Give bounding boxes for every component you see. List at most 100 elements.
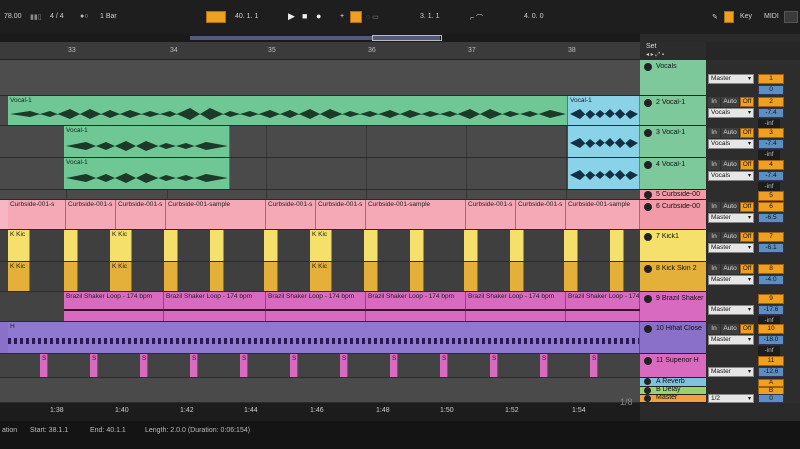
output-select[interactable]: Master <box>708 243 754 253</box>
midi-map-button[interactable] <box>784 11 798 23</box>
clip-kick[interactable] <box>210 230 224 261</box>
clip-kick[interactable] <box>510 230 524 261</box>
clip-sup[interactable]: S <box>440 354 448 377</box>
fold-icon[interactable] <box>644 99 652 107</box>
clip-kick[interactable] <box>210 262 224 291</box>
clip-kick[interactable] <box>610 262 624 291</box>
fold-icon[interactable] <box>644 387 651 394</box>
lane-vocal-4[interactable]: Vocal-1 <box>0 158 640 190</box>
in-button[interactable]: In <box>708 128 720 138</box>
output-select[interactable]: Master <box>708 367 754 377</box>
output-select[interactable]: Master <box>708 305 754 315</box>
clip-kick[interactable] <box>164 262 178 291</box>
output-select[interactable]: Vocals <box>708 139 754 149</box>
clip-kick[interactable] <box>164 230 178 261</box>
clip-sup[interactable]: S <box>590 354 598 377</box>
fold-icon[interactable] <box>644 357 652 365</box>
nav-arrows-icon[interactable]: ◂ ▸ ⤢ ▪ <box>646 51 664 59</box>
track-header[interactable]: 10 Hihat Close <box>640 322 706 354</box>
clip-vocal[interactable]: Vocal-1 <box>8 96 568 125</box>
volume-display[interactable]: -4.0 <box>758 275 784 285</box>
lane-returns[interactable] <box>0 378 640 403</box>
clip-kick[interactable] <box>64 230 78 261</box>
key-map-button[interactable] <box>724 11 734 23</box>
in-button[interactable]: In <box>708 202 720 212</box>
overview-viewport[interactable] <box>372 35 442 41</box>
track-number[interactable]: 10 <box>758 324 784 334</box>
volume-display[interactable]: -7.4 <box>758 139 784 149</box>
clip-curbside[interactable]: Curbside-001-s <box>8 200 66 229</box>
auto-button[interactable]: Auto <box>721 264 739 274</box>
lane-vocals[interactable] <box>0 60 640 96</box>
clip-curbside[interactable]: Curbside-001-sample <box>366 200 466 229</box>
off-button[interactable]: Off <box>740 202 754 212</box>
lane-superior[interactable]: S S S S S S S S S S S S <box>0 354 640 378</box>
track-number[interactable]: 9 <box>758 294 784 304</box>
output-select[interactable]: Master <box>708 275 754 285</box>
clip-curbside[interactable]: Curbside-001-sample <box>566 200 640 229</box>
clip-hihat[interactable]: H <box>8 322 640 353</box>
add-icon[interactable]: + <box>340 13 344 20</box>
tempo-display[interactable]: 78.00 <box>4 13 22 20</box>
track-header[interactable]: 4 Vocal-1 <box>640 158 706 190</box>
clip-kick[interactable]: K Kic <box>8 230 30 261</box>
clip-kick[interactable] <box>510 262 524 291</box>
bar-ruler[interactable]: 33 34 35 36 37 38 <box>0 42 640 60</box>
stop-icon[interactable]: ■ <box>302 11 307 21</box>
clip-kick[interactable]: K Kic <box>110 230 132 261</box>
auto-button[interactable]: Auto <box>721 202 739 212</box>
metronome-icon[interactable]: ●○ <box>80 13 88 20</box>
auto-button[interactable]: Auto <box>721 324 739 334</box>
clip-sup[interactable]: S <box>40 354 48 377</box>
midi-button[interactable]: MIDI <box>764 13 779 20</box>
clip-curbside[interactable]: Curbside-001-s <box>466 200 516 229</box>
clip-kick[interactable]: K Kic <box>110 262 132 291</box>
clip-vocal[interactable]: Vocal-1 <box>64 126 230 157</box>
clip-sup[interactable]: S <box>540 354 548 377</box>
overview-strip[interactable] <box>0 34 640 42</box>
key-button[interactable]: Key <box>740 13 752 20</box>
in-button[interactable]: In <box>708 264 720 274</box>
track-header[interactable]: 11 Superior H <box>640 354 706 378</box>
track-header[interactable]: 5 Curbside-00 <box>640 190 706 200</box>
clip-kick[interactable] <box>464 262 478 291</box>
clip-kick[interactable] <box>64 262 78 291</box>
pencil-icon[interactable]: ✎ <box>712 13 718 21</box>
track-header[interactable]: Vocals <box>640 60 706 96</box>
clip-curbside[interactable]: Curbside-001-s <box>266 200 316 229</box>
record-icon[interactable]: ● <box>316 11 321 21</box>
track-number[interactable]: 3 <box>758 128 784 138</box>
clip-kick[interactable] <box>410 230 424 261</box>
clip-vocal-selected[interactable]: Vocal-1 <box>568 96 640 125</box>
lane-vocal-3[interactable]: Vocal-1 <box>0 126 640 158</box>
track-number[interactable]: 8 <box>758 264 784 274</box>
auto-button[interactable]: Auto <box>721 97 739 107</box>
play-icon[interactable]: ▶ <box>288 11 295 22</box>
track-header[interactable]: 3 Vocal-1 <box>640 126 706 158</box>
arrangement-view[interactable]: Vocal-1 Vocal-1 Vocal-1 Vocal-1 Curbside… <box>0 60 640 403</box>
off-button[interactable]: Off <box>740 97 754 107</box>
clip-kick[interactable] <box>610 230 624 261</box>
tap-icon[interactable]: ▮▮▯ <box>30 13 42 21</box>
track-number[interactable]: 4 <box>758 160 784 170</box>
clip-sup[interactable]: S <box>190 354 198 377</box>
fold-icon[interactable] <box>644 325 652 333</box>
volume-display[interactable]: -6.1 <box>758 243 784 253</box>
clip-kick[interactable] <box>464 230 478 261</box>
clip-vocal[interactable]: Vocal-1 <box>64 158 230 189</box>
clip-sup[interactable]: S <box>90 354 98 377</box>
output-select[interactable]: Master <box>708 74 754 84</box>
fold-icon[interactable] <box>644 295 652 303</box>
clip-curbside[interactable]: Curbside-001-sample <box>166 200 266 229</box>
fold-icon[interactable] <box>644 191 652 199</box>
fold-icon[interactable] <box>644 129 652 137</box>
volume-display[interactable]: 0 <box>758 85 784 95</box>
master-volume[interactable]: 0 <box>758 394 784 403</box>
master-cue-select[interactable]: 1/2 <box>708 394 754 403</box>
clip-sup[interactable]: S <box>140 354 148 377</box>
volume-display[interactable]: -6.5 <box>758 213 784 223</box>
clip-kick[interactable] <box>564 230 578 261</box>
track-header[interactable]: Master <box>640 394 706 403</box>
track-number[interactable]: 2 <box>758 97 784 107</box>
fold-icon[interactable] <box>644 63 652 71</box>
